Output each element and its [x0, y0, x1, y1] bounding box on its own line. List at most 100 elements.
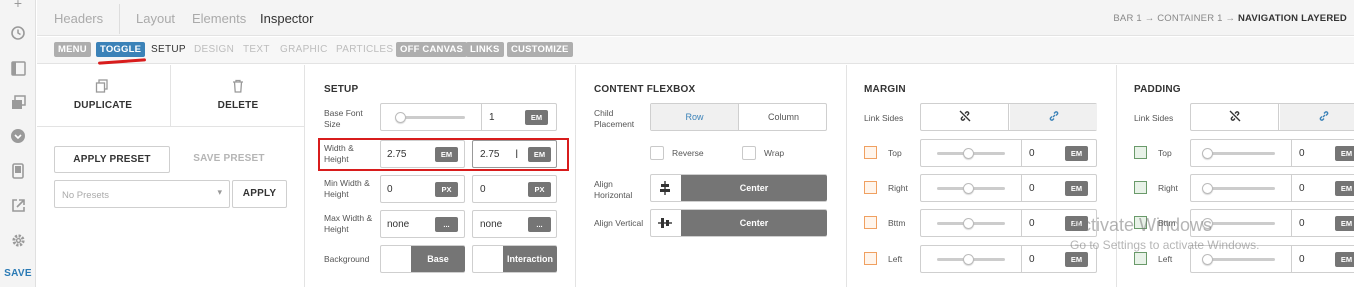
min-size-label: Min Width & Height: [324, 178, 370, 199]
background-base-control[interactable]: Base: [380, 245, 465, 273]
min-width-field[interactable]: 0 PX: [380, 175, 465, 203]
padding-side-value[interactable]: 0: [1299, 148, 1305, 159]
plus-icon[interactable]: +: [9, 0, 27, 12]
pill-links[interactable]: LINKS: [466, 42, 504, 57]
subtab-text[interactable]: TEXT: [243, 44, 270, 55]
margin-side-value[interactable]: 0: [1029, 218, 1035, 229]
padding-slider-thumb[interactable]: [1202, 148, 1213, 159]
circle-chevron-icon[interactable]: [9, 127, 27, 145]
layout-icon[interactable]: [9, 59, 27, 77]
padding-slider-thumb[interactable]: [1202, 183, 1213, 194]
pill-menu[interactable]: MENU: [54, 42, 91, 57]
base-font-value[interactable]: 1: [489, 112, 495, 123]
subtab-setup[interactable]: SETUP: [151, 44, 186, 55]
margin-side-unit[interactable]: EM: [1065, 181, 1088, 196]
export-icon[interactable]: [9, 196, 27, 214]
padding-side-value[interactable]: 0: [1299, 183, 1305, 194]
pill-toggle[interactable]: TOGGLE: [96, 42, 146, 57]
tab-headers[interactable]: Headers: [54, 11, 103, 26]
min-height-field[interactable]: 0 PX: [472, 175, 557, 203]
divider: [1291, 140, 1292, 166]
subtab-design[interactable]: DESIGN: [194, 44, 234, 55]
align-vertical-control[interactable]: Center: [650, 209, 827, 237]
layers-icon[interactable]: [9, 93, 27, 111]
padding-side-unit[interactable]: EM: [1335, 146, 1354, 161]
save-button[interactable]: SAVE: [0, 268, 36, 279]
base-font-slider-thumb[interactable]: [395, 112, 406, 123]
margin-side-unit[interactable]: EM: [1065, 252, 1088, 267]
margin-slider-thumb[interactable]: [963, 148, 974, 159]
max-width-unit[interactable]: ...: [435, 217, 458, 232]
history-icon[interactable]: [9, 24, 27, 42]
min-height-unit[interactable]: PX: [528, 182, 551, 197]
wrap-checkbox[interactable]: [742, 146, 756, 160]
margin-side-value[interactable]: 0: [1029, 254, 1035, 265]
margin-side-value[interactable]: 0: [1029, 183, 1035, 194]
direction-column-button[interactable]: Column: [740, 104, 827, 130]
padding-side-value[interactable]: 0: [1299, 218, 1305, 229]
breadcrumb-separator: →: [1225, 13, 1236, 24]
padding-side-label: Left: [1158, 254, 1173, 264]
margin-panel: MARGIN Link Sides Top 0 EM Right 0 EM Bttm 0 EM L…: [848, 65, 1117, 287]
link-button[interactable]: [1280, 104, 1354, 130]
breadcrumb-item[interactable]: BAR 1: [1113, 13, 1141, 24]
unlink-button[interactable]: [921, 104, 1009, 130]
padding-slider-thumb[interactable]: [1202, 254, 1213, 265]
align-vertical-value[interactable]: Center: [681, 210, 827, 236]
settings-icon[interactable]: [9, 231, 27, 249]
min-width-unit[interactable]: PX: [435, 182, 458, 197]
max-height-field[interactable]: none ...: [472, 210, 557, 238]
link-button[interactable]: [1010, 104, 1097, 130]
apply-button[interactable]: APPLY: [232, 180, 287, 208]
divider: [1021, 210, 1022, 236]
align-horizontal-value[interactable]: Center: [681, 175, 827, 201]
padding-side-unit[interactable]: EM: [1335, 252, 1354, 267]
pill-customize[interactable]: CUSTOMIZE: [507, 42, 573, 57]
direction-row-button[interactable]: Row: [651, 104, 739, 130]
duplicate-icon: [95, 79, 109, 96]
padding-side-value[interactable]: 0: [1299, 254, 1305, 265]
watermark-subtitle: Go to Settings to activate Windows.: [1070, 238, 1260, 252]
padding-link-toggle: [1190, 103, 1354, 131]
background-interaction-button[interactable]: Interaction: [503, 246, 557, 272]
duplicate-button[interactable]: DUPLICATE: [47, 100, 159, 111]
background-base-button[interactable]: Base: [411, 246, 465, 272]
device-icon[interactable]: [9, 162, 27, 180]
padding-slider-track[interactable]: [1207, 258, 1275, 261]
pill-off-canvas[interactable]: OFF CANVAS: [396, 42, 468, 57]
padding-side-label: Right: [1158, 183, 1178, 193]
reverse-checkbox[interactable]: [650, 146, 664, 160]
base-font-unit[interactable]: EM: [525, 110, 548, 125]
annotation-highlight-box: [318, 138, 569, 171]
background-interaction-control[interactable]: Interaction: [472, 245, 557, 273]
padding-side-unit[interactable]: EM: [1335, 181, 1354, 196]
tab-layout[interactable]: Layout: [136, 11, 175, 26]
presets-select[interactable]: No Presets ▾: [54, 180, 230, 208]
margin-side-value[interactable]: 0: [1029, 148, 1035, 159]
padding-side-right-icon: [1134, 181, 1147, 194]
save-preset-button[interactable]: SAVE PRESET: [184, 153, 274, 164]
subtab-graphic[interactable]: GRAPHIC: [280, 44, 328, 55]
margin-slider-thumb[interactable]: [963, 183, 974, 194]
align-horizontal-control[interactable]: Center: [650, 174, 827, 202]
tab-inspector[interactable]: Inspector: [260, 11, 313, 26]
padding-side-unit[interactable]: EM: [1335, 216, 1354, 231]
breadcrumb-item[interactable]: CONTAINER 1: [1157, 13, 1222, 24]
delete-button[interactable]: DELETE: [182, 100, 294, 111]
margin-side-label: Top: [888, 148, 902, 158]
margin-side-unit[interactable]: EM: [1065, 146, 1088, 161]
apply-preset-button[interactable]: APPLY PRESET: [54, 146, 170, 173]
direction-toggle: Row Column: [650, 103, 827, 131]
tab-elements[interactable]: Elements: [192, 11, 246, 26]
margin-slider-thumb[interactable]: [963, 254, 974, 265]
max-height-unit[interactable]: ...: [528, 217, 551, 232]
padding-slider-track[interactable]: [1207, 187, 1275, 190]
base-font-slider-track[interactable]: [397, 116, 465, 119]
max-width-field[interactable]: none ...: [380, 210, 465, 238]
divider: [1021, 140, 1022, 166]
unlink-icon: [959, 110, 971, 125]
unlink-button[interactable]: [1191, 104, 1279, 130]
subtab-particles[interactable]: PARTICLES: [336, 44, 393, 55]
padding-slider-track[interactable]: [1207, 152, 1275, 155]
margin-slider-thumb[interactable]: [963, 218, 974, 229]
